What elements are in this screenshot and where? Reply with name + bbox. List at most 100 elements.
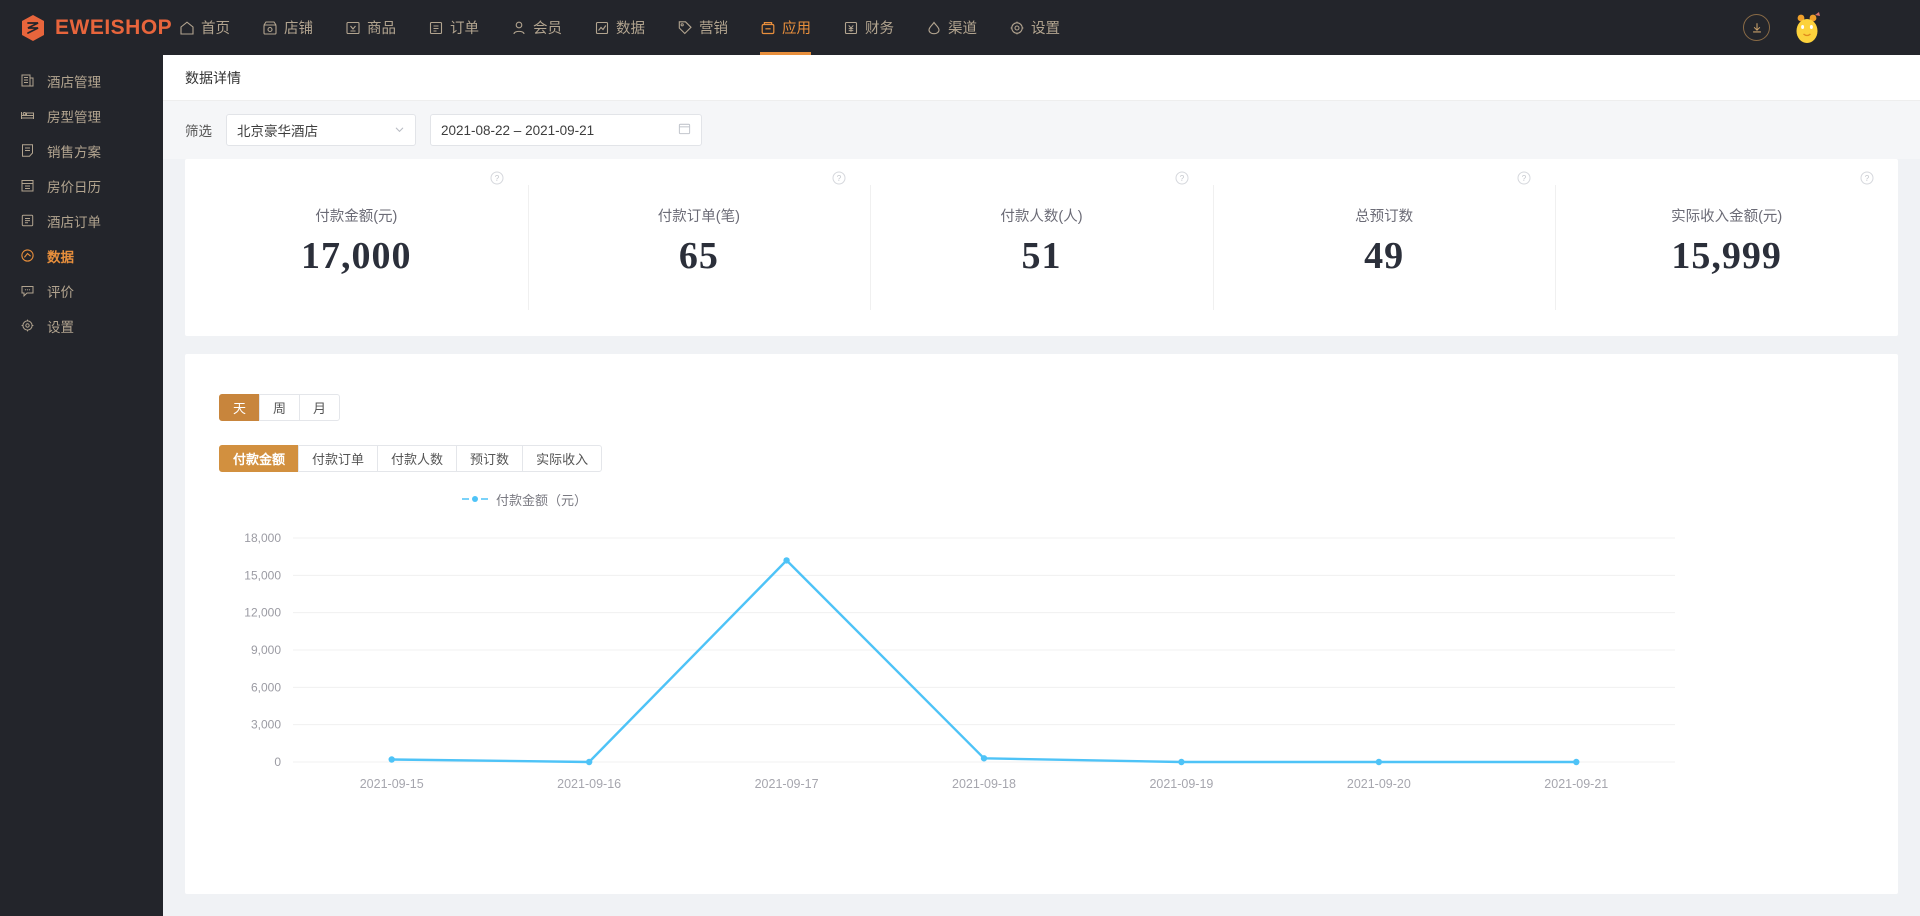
nav-item-app[interactable]: 应用 [744,0,827,55]
kpi-value: 49 [1364,235,1405,277]
nav-item-goods[interactable]: 商品 [329,0,412,55]
kpi-label: 总预订数 [1355,209,1414,225]
kpi-value: 65 [678,235,719,277]
y-axis-tick-label: 18,000 [244,532,281,545]
question-circle-icon[interactable]: ? [1860,171,1874,185]
metric-tab-payment-orders[interactable]: 付款订单 [298,445,379,472]
date-range-picker[interactable]: 2021-08-22 – 2021-09-21 [430,114,702,146]
granularity-tab-week[interactable]: 周 [259,394,301,421]
sidebar-item-hotel-management[interactable]: 酒店管理 [0,63,163,98]
x-axis-tick-label: 2021-09-18 [952,777,1016,791]
hotel-select[interactable]: 北京豪华酒店 [226,114,416,146]
app-body: 酒店管理 房型管理 销售方案 房价日历 酒店订单 数据 评价 设置 数据详情 筛… [0,55,1920,916]
svg-text:?: ? [1865,174,1870,183]
main-content: 数据详情 筛选 北京豪华酒店 2021-08-22 – 2021-09-21 ?… [163,55,1920,916]
kpi-actual-income: ? 实际收入金额(元) 15,999 [1555,159,1898,336]
nav-label: 设置 [1031,21,1060,37]
nav-item-order[interactable]: 订单 [412,0,495,55]
filter-label: 筛选 [185,124,212,139]
top-nav-right [1743,0,1920,55]
sidebar-item-label: 酒店订单 [47,214,101,230]
nav-label: 店铺 [284,21,313,37]
metric-tab-bookings[interactable]: 预订数 [456,445,524,472]
nav-item-home[interactable]: 首页 [163,0,246,55]
date-range-value: 2021-08-22 – 2021-09-21 [441,122,595,138]
series-data-point[interactable] [1178,758,1185,766]
page-title: 数据详情 [185,69,241,86]
nav-label: 数据 [616,21,645,37]
metric-tab-label: 预订数 [470,452,510,467]
metric-tab-payment-people[interactable]: 付款人数 [377,445,458,472]
question-circle-icon[interactable]: ? [490,171,504,185]
download-icon[interactable] [1743,14,1770,41]
page-title-bar: 数据详情 [163,55,1920,101]
bed-icon [20,108,35,123]
series-data-point[interactable] [783,557,790,564]
sidebar-item-label: 房价日历 [47,179,101,195]
question-circle-icon[interactable]: ? [1517,171,1531,185]
granularity-tab-month[interactable]: 月 [299,394,341,421]
calendar-icon [678,122,691,138]
comment-icon [20,283,35,298]
finance-icon [843,20,859,36]
sidebar-item-room-type[interactable]: 房型管理 [0,98,163,133]
nav-label: 会员 [533,21,562,37]
y-axis-tick-label: 9,000 [251,643,281,657]
home-icon [179,20,195,36]
shop-icon [262,20,278,36]
svg-text:?: ? [494,174,499,183]
metric-tab-label: 付款金额 [233,452,286,467]
user-avatar[interactable] [1790,11,1824,45]
marketing-tag-icon [677,20,693,36]
data-chart-icon [20,248,35,263]
nav-label: 商品 [367,21,396,37]
sidebar-item-sales-plan[interactable]: 销售方案 [0,133,163,168]
nav-item-member[interactable]: 会员 [495,0,578,55]
sidebar-item-label: 评价 [47,284,74,300]
sidebar-item-reviews[interactable]: 评价 [0,273,163,308]
kpi-value: 51 [1021,235,1062,277]
series-data-point[interactable] [388,756,395,763]
hotel-select-value: 北京豪华酒店 [237,124,318,139]
svg-text:?: ? [1522,174,1527,183]
gear-icon [1009,20,1025,36]
nav-item-settings[interactable]: 设置 [993,0,1076,55]
nav-label: 财务 [865,21,894,37]
legend-label: 付款金额（元） [496,493,588,508]
granularity-tab-day[interactable]: 天 [219,394,261,421]
series-data-point[interactable] [1375,758,1383,766]
sidebar-item-data[interactable]: 数据 [0,238,163,273]
metric-tab-group: 付款金额 付款订单 付款人数 预订数 实际收入 [219,445,1898,472]
nav-item-finance[interactable]: 财务 [827,0,910,55]
nav-item-channel[interactable]: 渠道 [910,0,993,55]
nav-item-data[interactable]: 数据 [578,0,661,55]
nav-label: 营销 [699,21,728,37]
kpi-label: 实际收入金额(元) [1671,209,1783,225]
kpi-label: 付款金额(元) [315,209,398,225]
x-axis-tick-label: 2021-09-17 [755,777,819,791]
nav-item-marketing[interactable]: 营销 [661,0,744,55]
kpi-payment-people: ? 付款人数(人) 51 [870,159,1213,336]
sidebar-item-settings[interactable]: 设置 [0,308,163,343]
sidebar-item-rate-calendar[interactable]: 房价日历 [0,168,163,203]
kpi-value: 17,000 [301,235,412,277]
granularity-tab-label: 天 [233,401,247,416]
channel-cloud-icon [926,20,942,36]
question-circle-icon[interactable]: ? [1175,171,1189,185]
data-icon [594,20,610,36]
series-data-point[interactable] [1573,758,1580,766]
series-data-point[interactable] [585,758,593,766]
sidebar-item-hotel-orders[interactable]: 酒店订单 [0,203,163,238]
metric-tab-actual-income[interactable]: 实际收入 [522,445,603,472]
left-sidebar: 酒店管理 房型管理 销售方案 房价日历 酒店订单 数据 评价 设置 [0,55,163,916]
x-axis-tick-label: 2021-09-15 [360,777,424,791]
chart-plot-area: 0 3,000 6,000 9,000 12,000 15,000 18,000 2021-0… [185,532,1898,822]
question-circle-icon[interactable]: ? [832,171,846,185]
nav-item-shop[interactable]: 店铺 [246,0,329,55]
metric-tab-payment-amount[interactable]: 付款金额 [219,445,300,472]
series-line-付款金额（元） [390,559,1578,764]
chart-legend[interactable]: 付款金额（元） [461,490,587,509]
brand-logo[interactable]: EWEISHOP [0,14,172,42]
content-scroll-area: 筛选 北京豪华酒店 2021-08-22 – 2021-09-21 ? 付款金额… [163,101,1920,916]
series-data-point[interactable] [980,755,988,762]
